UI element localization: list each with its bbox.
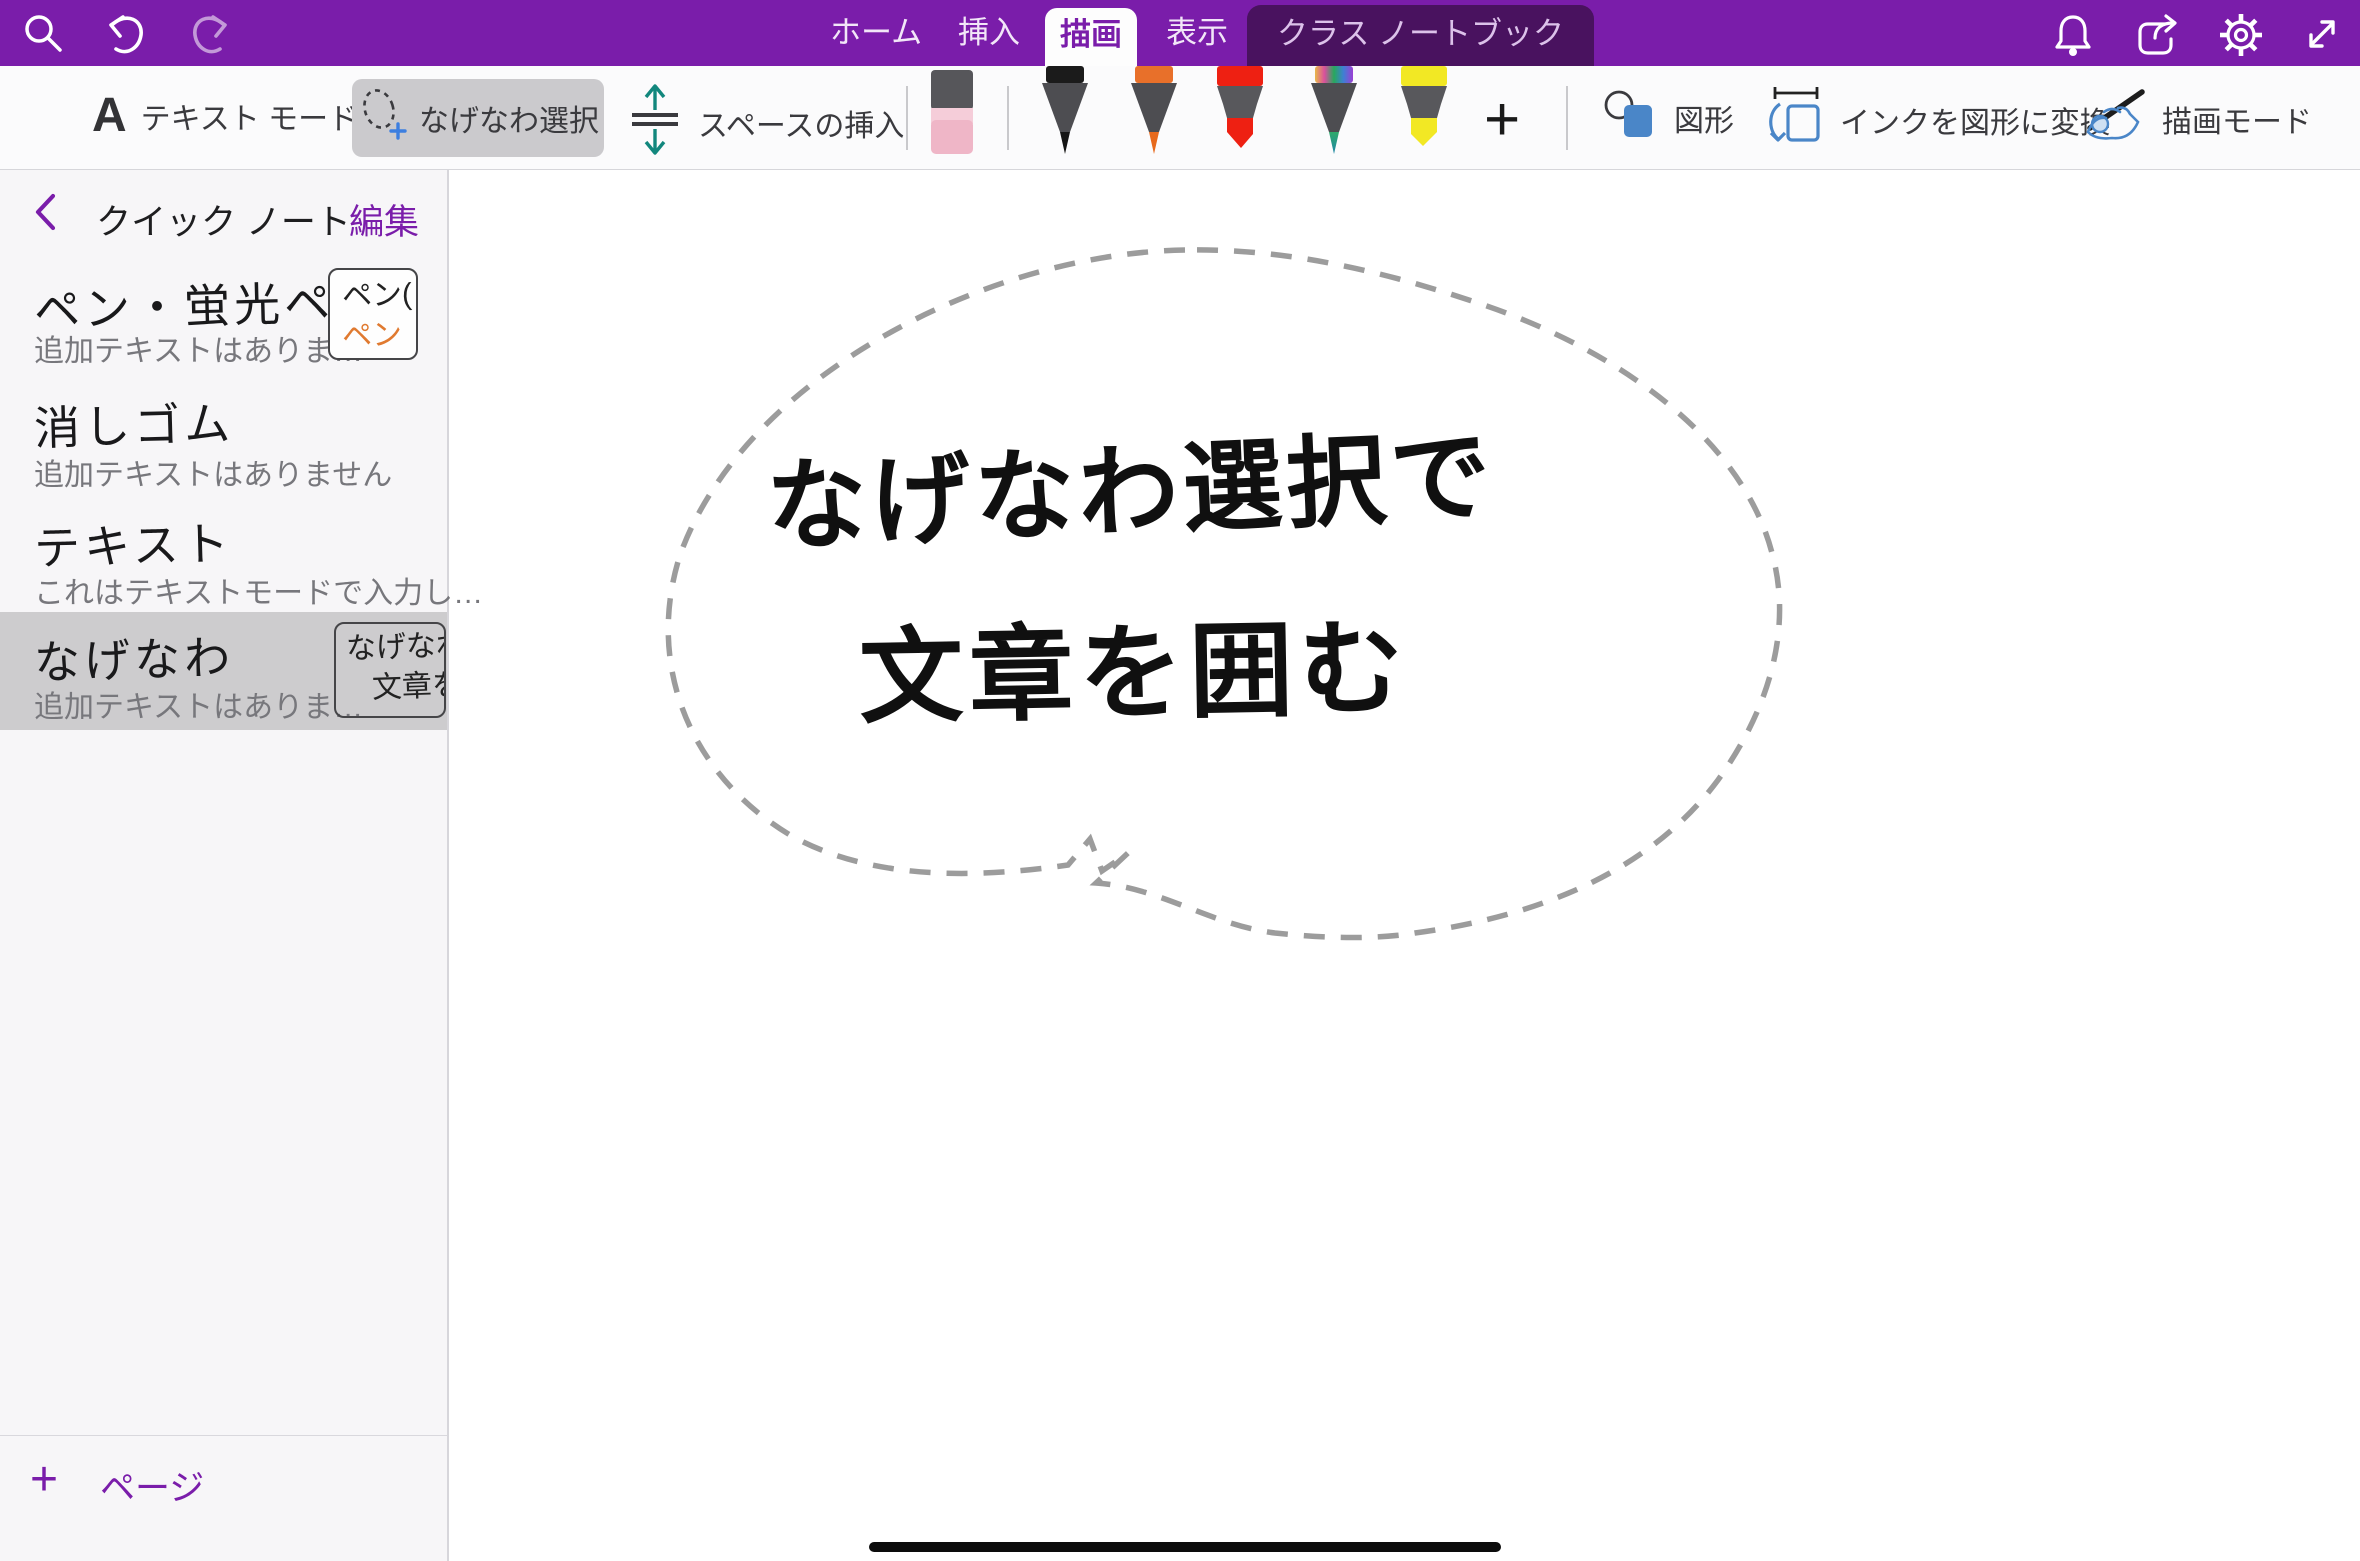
draw-mode-label: 描画モード	[2162, 97, 2312, 141]
handwritten-ink-line-2: 文章を囲む	[858, 583, 1411, 744]
fullscreen-expand-icon[interactable]	[2300, 12, 2344, 56]
tab-view[interactable]: 表示	[1166, 0, 1228, 66]
toolbar-divider	[906, 86, 908, 150]
sidebar-divider	[0, 1435, 447, 1436]
page-list-item-text[interactable]: テキスト これはテキストモードで入力し…	[0, 498, 447, 612]
insert-space-button[interactable]: スペースの挿入	[626, 82, 904, 164]
redo-icon[interactable]	[190, 12, 236, 58]
undo-icon[interactable]	[100, 12, 146, 58]
page-thumbnail: なげなわ 文章を	[334, 622, 446, 718]
top-app-bar: ホーム 挿入 描画 表示 クラス ノートブック	[0, 0, 2360, 66]
shapes-button[interactable]: 図形	[1602, 86, 1734, 150]
ink-to-shape-button[interactable]: インクを図形に変換	[1762, 84, 2110, 156]
note-canvas[interactable]: なげなわ選択で 文章を囲む	[451, 170, 2360, 1561]
add-page-button[interactable]: + ページ	[0, 1446, 447, 1516]
text-mode-button[interactable]: A テキスト モード	[92, 88, 358, 143]
home-indicator-bar[interactable]	[869, 1542, 1501, 1552]
draw-mode-hand-pen-icon	[2082, 86, 2148, 152]
page-subtitle: 追加テキストはありま…	[34, 682, 363, 726]
page-title-ink: 消しゴム	[33, 387, 235, 458]
page-subtitle: これはテキストモードで入力し…	[34, 568, 483, 612]
share-icon[interactable]	[2135, 12, 2181, 58]
insert-space-label: スペースの挿入	[698, 101, 904, 145]
ink-to-shape-label: インクを図形に変換	[1840, 98, 2110, 142]
eraser-tool[interactable]	[930, 70, 974, 161]
edit-button[interactable]: 編集	[349, 194, 419, 245]
add-pen-button[interactable]: +	[1484, 84, 1520, 155]
sidebar-header: クイック ノート 編集	[0, 170, 447, 252]
highlighter-red[interactable]	[1211, 66, 1269, 163]
tab-home[interactable]: ホーム	[830, 0, 922, 66]
pen-rainbow[interactable]	[1306, 66, 1362, 163]
plus-icon: +	[30, 1452, 58, 1507]
lasso-label: なげなわ選択	[419, 96, 599, 140]
settings-gear-icon[interactable]	[2218, 12, 2264, 58]
page-list-item-pen[interactable]: ペン・蛍光ペン 追加テキストはありま… ペン( ペン	[0, 258, 447, 376]
page-list-item-eraser[interactable]: 消しゴム 追加テキストはありません	[0, 378, 447, 496]
add-page-label: ページ	[100, 1460, 204, 1511]
toolbar-divider	[1566, 86, 1568, 150]
tab-insert[interactable]: 挿入	[958, 0, 1020, 66]
insert-space-icon	[626, 82, 684, 164]
ink-to-shape-icon	[1762, 84, 1826, 156]
draw-ribbon-toolbar: A テキスト モード なげなわ選択 スペースの挿入	[0, 66, 2360, 170]
page-list-item-lasso-selected[interactable]: なげなわ 追加テキストはありま… なげなわ 文章を	[0, 612, 447, 730]
lasso-icon	[357, 85, 409, 151]
page-subtitle: 追加テキストはありません	[34, 450, 392, 494]
shapes-label: 図形	[1674, 96, 1734, 140]
page-list-sidebar: クイック ノート 編集 ペン・蛍光ペン 追加テキストはありま… ペン( ペン 消…	[0, 170, 449, 1561]
toolbar-divider	[1007, 86, 1009, 150]
lasso-select-button[interactable]: なげなわ選択	[352, 79, 604, 157]
shapes-icon	[1602, 86, 1660, 150]
tab-draw-active[interactable]: 描画	[1045, 8, 1137, 66]
pen-orange[interactable]	[1126, 66, 1182, 163]
text-mode-icon: A	[92, 88, 127, 143]
page-subtitle: 追加テキストはありま…	[34, 326, 363, 370]
page-thumbnail: ペン( ペン	[328, 268, 418, 360]
notifications-bell-icon[interactable]	[2052, 12, 2094, 58]
tab-class-notebook[interactable]: クラス ノートブック	[1247, 5, 1594, 66]
search-icon[interactable]	[22, 12, 64, 54]
text-mode-label: テキスト モード	[141, 94, 358, 138]
draw-mode-button[interactable]: 描画モード	[2082, 86, 2312, 152]
highlighter-yellow[interactable]	[1395, 66, 1453, 163]
pen-black[interactable]	[1037, 66, 1093, 163]
